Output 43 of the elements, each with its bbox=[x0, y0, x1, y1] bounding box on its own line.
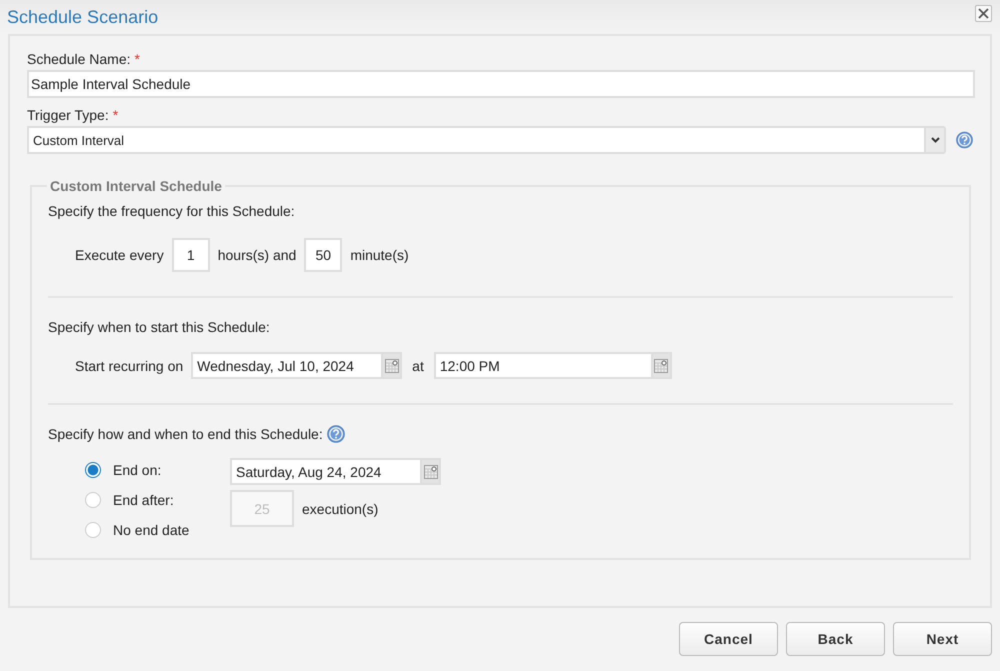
cancel-button[interactable]: Cancel bbox=[679, 622, 778, 656]
start-date-field[interactable]: Wednesday, Jul 10, 2024 bbox=[191, 352, 382, 379]
calendar-button[interactable] bbox=[381, 352, 402, 379]
close-icon bbox=[978, 8, 989, 18]
dialog-title: Schedule Scenario bbox=[7, 6, 158, 28]
field-label: Execute every bbox=[75, 247, 164, 263]
field-label: Start recurring on bbox=[75, 358, 184, 374]
unit-label: minute(s) bbox=[350, 247, 409, 263]
next-button[interactable]: Next bbox=[893, 622, 992, 656]
schedule-name-field[interactable]: Sample Interval Schedule bbox=[27, 70, 975, 98]
field-label: at bbox=[412, 358, 424, 374]
section-prompt: Specify the frequency for this Schedule: bbox=[48, 203, 295, 219]
calendar-button[interactable] bbox=[420, 458, 441, 485]
calendar-icon bbox=[384, 358, 399, 372]
field-label: Schedule Name: bbox=[27, 51, 131, 67]
end-date-field[interactable]: Saturday, Aug 24, 2024 bbox=[230, 458, 420, 485]
close-button[interactable] bbox=[975, 4, 992, 22]
section-prompt: Specify when to start this Schedule: bbox=[48, 319, 270, 335]
radio-button[interactable] bbox=[85, 462, 101, 478]
back-button[interactable]: Back bbox=[786, 622, 885, 656]
unit-label: hours(s) and bbox=[218, 247, 296, 263]
help-icon[interactable] bbox=[326, 425, 345, 443]
radio-button[interactable] bbox=[85, 492, 101, 508]
dropdown-button[interactable] bbox=[924, 126, 946, 154]
minutes-field[interactable]: 50 bbox=[304, 238, 342, 272]
help-icon[interactable] bbox=[956, 131, 973, 149]
unit-label: execution(s) bbox=[302, 500, 378, 516]
radio-label: End on: bbox=[113, 462, 162, 478]
start-time-field[interactable]: 12:00 PM bbox=[434, 352, 651, 379]
required-mark: * bbox=[112, 107, 118, 123]
radio-button[interactable] bbox=[85, 522, 101, 538]
calendar-icon bbox=[654, 358, 668, 372]
radio-label: No end date bbox=[113, 522, 190, 538]
hours-field[interactable]: 1 bbox=[172, 238, 210, 272]
radio-label: End after: bbox=[113, 492, 174, 508]
section-prompt: Specify how and when to end this Schedule: bbox=[48, 426, 323, 442]
required-mark: * bbox=[134, 51, 140, 67]
calendar-icon bbox=[424, 464, 438, 478]
chevron-down-icon bbox=[930, 137, 940, 143]
calendar-button[interactable] bbox=[650, 352, 672, 379]
field-label: Trigger Type: bbox=[27, 107, 109, 123]
trigger-type-dropdown[interactable]: Custom Interval bbox=[27, 126, 924, 154]
group-legend: Custom Interval Schedule bbox=[47, 178, 225, 194]
